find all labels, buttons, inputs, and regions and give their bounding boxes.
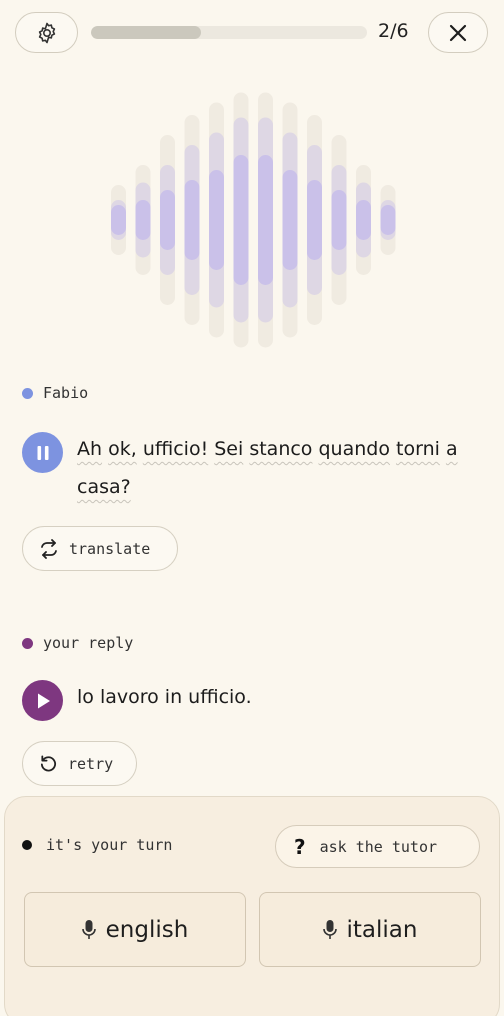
waveform-bar (331, 190, 347, 250)
progress-fill (91, 26, 202, 39)
waveform-bar (380, 205, 396, 235)
waveform-bar (282, 170, 298, 270)
play-button[interactable] (22, 680, 63, 721)
tutor-word[interactable]: stanco (249, 438, 312, 460)
tutor-message-text: Ah ok, ufficio! Sei stanco quando torni … (77, 430, 477, 506)
close-icon (449, 24, 467, 41)
retry-label: retry (68, 754, 114, 773)
play-icon (37, 693, 50, 708)
speak-english-button[interactable]: english (24, 892, 246, 967)
waveform-bar (135, 200, 151, 240)
progress-bar (91, 26, 367, 39)
turn-status-label: it's your turn (46, 836, 173, 854)
settings-button[interactable] (15, 12, 78, 53)
close-button[interactable] (428, 12, 488, 53)
top-bar: 2/6 (0, 0, 504, 64)
reply-message: lo lavoro in ufficio. (22, 680, 477, 721)
gear-icon (38, 22, 55, 43)
waveform-bar (209, 170, 224, 270)
tutor-word[interactable]: Sei (214, 438, 243, 460)
waveform-bar (184, 180, 200, 260)
waveform-bar (258, 155, 273, 285)
reply-label: your reply (43, 634, 134, 652)
pause-icon (37, 445, 48, 460)
progress-label: 2/6 (378, 20, 409, 42)
turn-indicator-dot (22, 840, 32, 850)
tutor-word[interactable]: ok, (108, 438, 137, 460)
speak-italian-button[interactable]: italian (259, 892, 481, 967)
waveform-bar (233, 155, 249, 285)
ask-tutor-label: ask the tutor (319, 837, 438, 856)
tutor-message: Ah ok, ufficio! Sei stanco quando torni … (22, 432, 477, 506)
tutor-word[interactable]: torni (396, 438, 440, 460)
waveform-bar (111, 205, 126, 235)
reply-speaker-label: your reply (22, 634, 133, 652)
question-mark-icon: ? (294, 834, 306, 859)
microphone-icon (81, 919, 96, 939)
tutor-status-dot (22, 387, 33, 399)
waveform-bar (356, 200, 371, 240)
tutor-word[interactable]: quando (318, 438, 389, 460)
ask-tutor-button[interactable]: ? ask the tutor (275, 825, 480, 868)
turn-status: it's your turn (22, 836, 172, 854)
english-label: english (105, 916, 189, 943)
tutor-word[interactable]: a (446, 438, 458, 460)
pause-button[interactable] (22, 432, 63, 473)
tutor-word[interactable]: ufficio! (143, 438, 208, 460)
waveform-bar (160, 190, 175, 250)
tutor-speaker-label: Fabio (22, 384, 88, 402)
voice-waveform (111, 92, 396, 348)
tutor-word[interactable]: Ah (77, 438, 102, 460)
retry-button[interactable]: retry (22, 741, 137, 786)
tutor-word[interactable]: casa? (77, 476, 131, 498)
reply-message-text: lo lavoro in ufficio. (77, 686, 252, 708)
microphone-icon (322, 919, 337, 939)
waveform-bar (307, 180, 322, 260)
swap-arrows-icon (41, 538, 57, 559)
italian-label: italian (346, 916, 418, 943)
translate-label: translate (69, 539, 151, 558)
translate-button[interactable]: translate (22, 526, 178, 571)
tutor-name: Fabio (43, 384, 89, 402)
retry-icon (40, 755, 57, 772)
reply-status-dot (22, 637, 33, 649)
